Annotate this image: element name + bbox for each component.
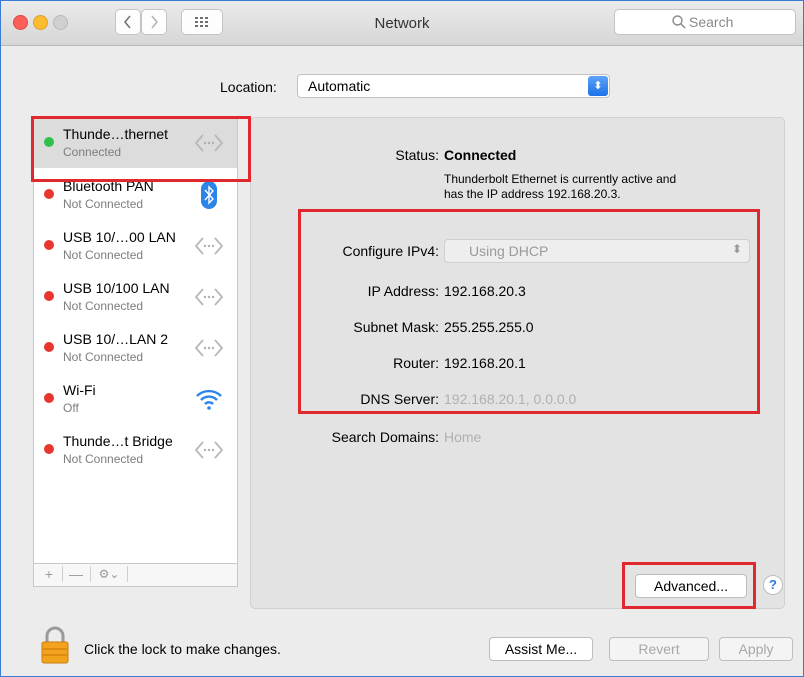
search-domains-value: Home [444, 429, 482, 445]
service-name: Wi-Fi [63, 382, 96, 398]
search-placeholder: Search [689, 14, 734, 30]
search-field[interactable]: Search [614, 9, 796, 35]
status-dot [44, 189, 54, 199]
status-description-line-1: Thunderbolt Ethernet is currently active… [444, 172, 677, 186]
location-value: Automatic [308, 78, 371, 94]
revert-button[interactable]: Revert [609, 637, 709, 661]
search-icon [672, 15, 686, 29]
lock-icon[interactable] [39, 626, 71, 664]
service-name: USB 10/…00 LAN [63, 229, 176, 245]
location-select[interactable]: Automatic ⬍ [297, 74, 610, 98]
remove-service-button[interactable]: — [62, 566, 89, 582]
service-status: Not Connected [63, 248, 144, 262]
gear-menu-button[interactable]: ⚙⌄ [90, 566, 128, 582]
title-bar: Network Search [1, 1, 803, 46]
status-description-line-2: has the IP address 192.168.20.3. [444, 187, 621, 201]
network-preferences-window: Network Search Location: Automatic ⬍ Thu… [0, 0, 804, 677]
ethernet-arrows-icon [194, 237, 224, 255]
highlight-box-advanced-button [622, 562, 756, 609]
service-name: USB 10/…LAN 2 [63, 331, 169, 347]
sidebar-controls: + — ⚙⌄ [34, 563, 237, 586]
lock-message: Click the lock to make changes. [84, 641, 281, 657]
status-dot [44, 393, 54, 403]
help-button[interactable]: ? [763, 575, 783, 595]
network-service-list: Thunde…thernet Connected Bluetooth PAN N… [33, 117, 238, 587]
service-name: Thunde…t Bridge [63, 433, 173, 449]
service-status: Not Connected [63, 452, 144, 466]
service-item-usb-lan-2[interactable]: USB 10/…LAN 2 Not Connected [34, 323, 237, 373]
status-dot [44, 240, 54, 250]
ethernet-arrows-icon [194, 339, 224, 357]
location-label: Location: [220, 79, 277, 95]
assist-me-button[interactable]: Assist Me... [489, 637, 593, 661]
service-status: Not Connected [63, 197, 144, 211]
search-domains-label: Search Domains: [331, 429, 439, 445]
service-item-thunderbolt-bridge[interactable]: Thunde…t Bridge Not Connected [34, 425, 237, 475]
service-item-usb-lan[interactable]: USB 10/…00 LAN Not Connected [34, 221, 237, 271]
service-name: USB 10/100 LAN [63, 280, 170, 296]
service-status: Off [63, 401, 79, 415]
service-item-wi-fi[interactable]: Wi-Fi Off [34, 374, 237, 424]
status-value: Connected [444, 147, 517, 163]
bluetooth-icon [201, 181, 217, 209]
service-item-usb-10-100-lan[interactable]: USB 10/100 LAN Not Connected [34, 272, 237, 322]
ethernet-arrows-icon [194, 441, 224, 459]
status-dot [44, 291, 54, 301]
service-status: Not Connected [63, 350, 144, 364]
wifi-icon [196, 389, 222, 410]
status-label: Status: [395, 147, 439, 163]
service-status: Not Connected [63, 299, 144, 313]
apply-button[interactable]: Apply [719, 637, 793, 661]
add-service-button[interactable]: + [38, 566, 60, 582]
select-arrows-icon: ⬍ [588, 76, 608, 96]
highlight-box-thunderbolt-ethernet [31, 116, 251, 182]
ethernet-arrows-icon [194, 288, 224, 306]
status-dot [44, 342, 54, 352]
highlight-box-tcpip-settings [298, 209, 760, 414]
status-dot [44, 444, 54, 454]
